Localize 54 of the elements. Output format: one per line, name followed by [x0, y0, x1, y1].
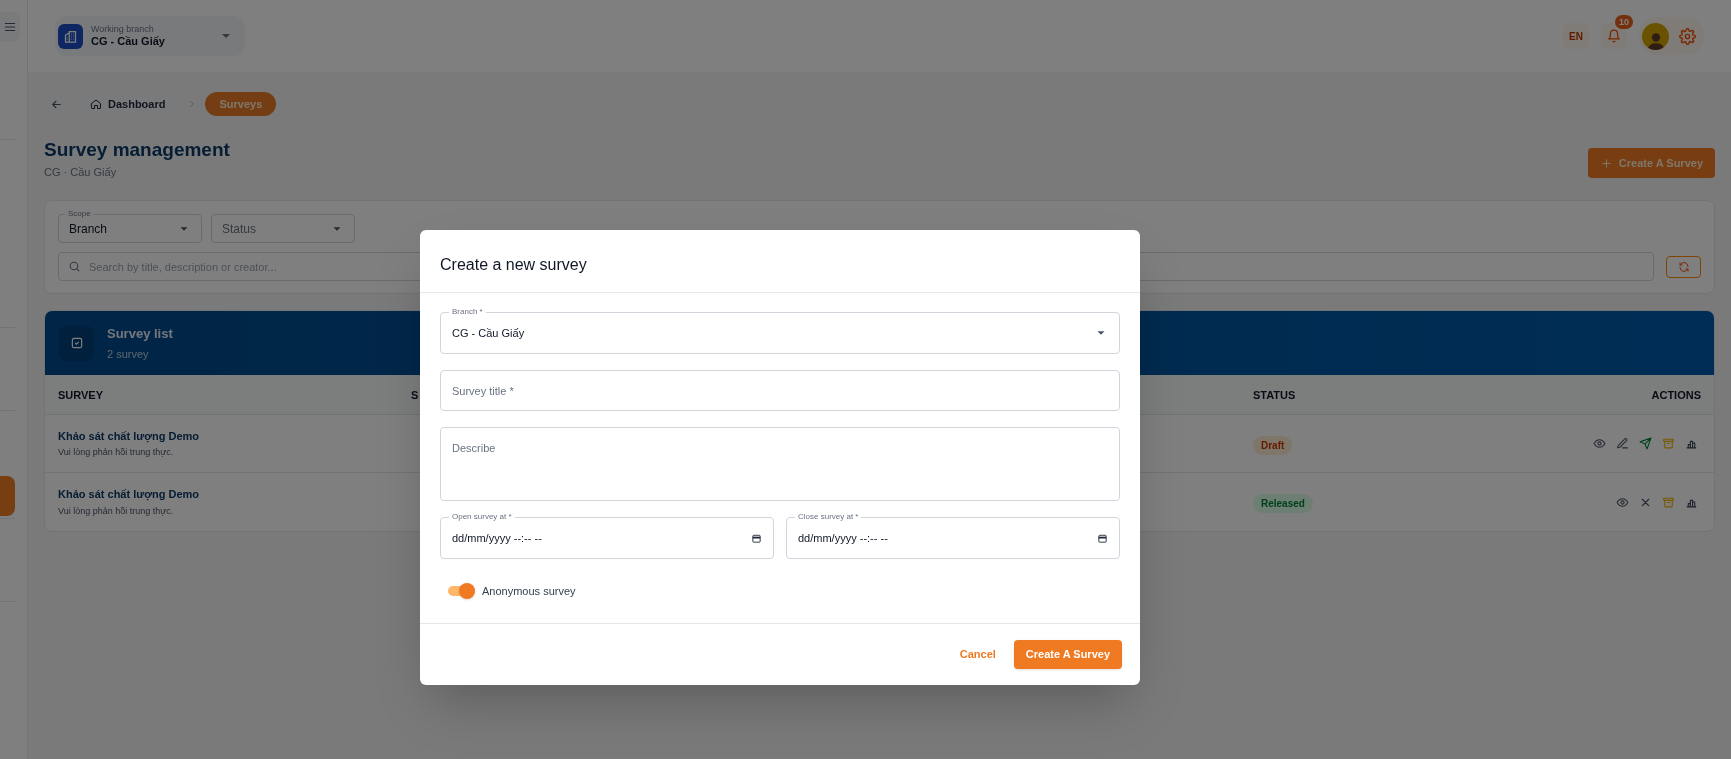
archive-icon	[1662, 495, 1675, 509]
dialog-title: Create a new survey	[420, 230, 1140, 293]
settings-button[interactable]	[1679, 27, 1696, 45]
survey-title-field[interactable]: Survey title *	[440, 370, 1120, 411]
survey-description: Vui lòng phản hồi trung thực.	[58, 446, 175, 460]
send-icon	[1639, 437, 1652, 451]
refresh-icon	[1677, 260, 1690, 273]
pencil-icon	[1616, 437, 1629, 451]
calendar-icon	[751, 532, 762, 544]
page-title: Survey management	[44, 138, 230, 162]
toggle-label: Anonymous survey	[482, 584, 576, 599]
eye-button[interactable]	[1593, 437, 1606, 451]
notification-button[interactable]	[1601, 23, 1627, 49]
home-icon	[90, 98, 102, 110]
menu-button[interactable]	[0, 12, 20, 42]
send-button[interactable]	[1639, 437, 1652, 451]
survey-title: Khảo sát chất lượng Demo	[58, 487, 201, 503]
eye-icon	[1616, 495, 1629, 509]
refresh-button[interactable]	[1666, 255, 1701, 278]
calendar-icon	[1097, 532, 1108, 544]
sidebar-item[interactable]	[0, 476, 15, 516]
status-badge: Released	[1253, 494, 1313, 514]
column-header: ACTIONS	[1651, 387, 1701, 403]
checkbox-icon	[59, 325, 94, 361]
anonymous-toggle[interactable]	[448, 583, 475, 600]
description-field[interactable]: Describe	[440, 427, 1120, 501]
list-count: 2 survey	[107, 347, 150, 363]
survey-description: Vui lòng phản hồi trung thực.	[58, 504, 175, 518]
menu-icon	[3, 20, 17, 34]
eye-button[interactable]	[1616, 495, 1629, 509]
language-button[interactable]: EN	[1563, 23, 1589, 49]
branch-name: CG - Cầu Giấy	[91, 34, 166, 49]
page-subtitle: CG · Cầu Giấy	[44, 164, 118, 180]
list-title: Survey list	[107, 324, 173, 343]
column-header: SURVEY	[58, 387, 104, 403]
column-header: S	[411, 387, 419, 403]
status-select[interactable]: Status	[211, 214, 355, 244]
bell-icon	[1607, 29, 1621, 43]
column-header: STATUS	[1253, 387, 1296, 403]
create-survey-button[interactable]: Create A Survey	[1013, 640, 1122, 669]
pencil-button[interactable]	[1616, 437, 1629, 451]
status-badge: Draft	[1253, 435, 1293, 455]
notification-count: 10	[1615, 15, 1633, 29]
search-icon	[68, 260, 81, 274]
eye-icon	[1593, 437, 1606, 451]
archive-icon	[1662, 437, 1675, 451]
building-icon	[58, 23, 83, 49]
cancel-button[interactable]: Cancel	[955, 640, 1000, 669]
plus-icon	[1599, 156, 1613, 170]
settings-icon	[1679, 27, 1696, 45]
branch-selector[interactable]: Working branch CG - Cầu Giấy	[55, 16, 245, 56]
avatar[interactable]	[1642, 22, 1669, 50]
survey-title: Khảo sát chất lượng Demo	[58, 428, 201, 445]
branch-caption: Working branch	[91, 23, 155, 35]
